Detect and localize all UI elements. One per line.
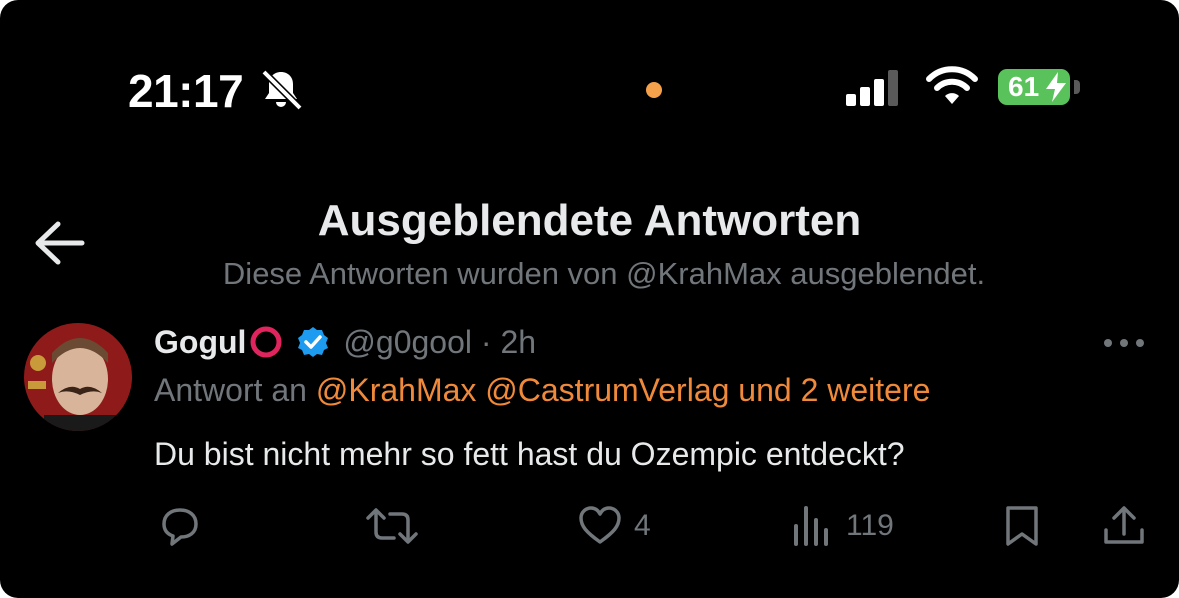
views-button[interactable]: 119	[788, 502, 894, 550]
like-count: 4	[634, 509, 651, 542]
reply-prefix: Antwort an	[154, 372, 307, 408]
avatar-image	[24, 323, 132, 431]
reply-mentions-link[interactable]: @KrahMax @CastrumVerlag und 2 weitere	[316, 372, 931, 408]
wifi-icon	[926, 66, 978, 104]
page-subtitle: Diese Antworten wurden von @KrahMax ausg…	[222, 256, 986, 291]
bolt-icon	[1046, 72, 1066, 102]
bookmark-icon	[1006, 506, 1038, 546]
battery-text: 61	[1008, 71, 1040, 102]
bookmark-button[interactable]	[998, 502, 1046, 550]
verified-badge-icon	[298, 327, 329, 357]
reply-context: Antwort an @KrahMax @CastrumVerlag und 2…	[154, 372, 930, 409]
tweet-text: Du bist nicht mehr so fett hast du Ozemp…	[154, 436, 905, 472]
share-button[interactable]	[1100, 502, 1148, 550]
signal-icon	[846, 70, 898, 106]
retweet-icon	[366, 508, 418, 544]
tweet-time: · 2h	[480, 323, 537, 360]
screen: 21:17 61 Ausgeblendete Antworten Diese A…	[0, 0, 1179, 598]
page-title: Ausgeblendete Antworten	[317, 196, 862, 245]
status-time: 21:17	[128, 65, 244, 117]
red-circle-emoji-icon	[250, 326, 282, 358]
views-count: 119	[846, 509, 894, 542]
avatar[interactable]	[24, 323, 132, 431]
views-icon	[794, 506, 828, 546]
battery-cap	[1074, 80, 1080, 94]
author-name[interactable]: Gogul	[154, 324, 246, 361]
more-options-icon[interactable]	[1102, 335, 1146, 351]
bell-slash-icon	[261, 69, 303, 111]
author-row: Gogul @g0gool · 2h	[154, 320, 536, 364]
reply-button[interactable]	[156, 502, 214, 550]
retweet-button[interactable]	[364, 502, 430, 550]
heart-icon	[579, 506, 621, 544]
recording-indicator-dot	[646, 82, 662, 98]
share-icon	[1104, 506, 1144, 544]
author-handle[interactable]: @g0gool · 2h	[343, 324, 536, 361]
reply-icon	[162, 508, 198, 546]
handle-text: @g0gool	[343, 323, 472, 360]
like-button[interactable]: 4	[576, 502, 651, 550]
